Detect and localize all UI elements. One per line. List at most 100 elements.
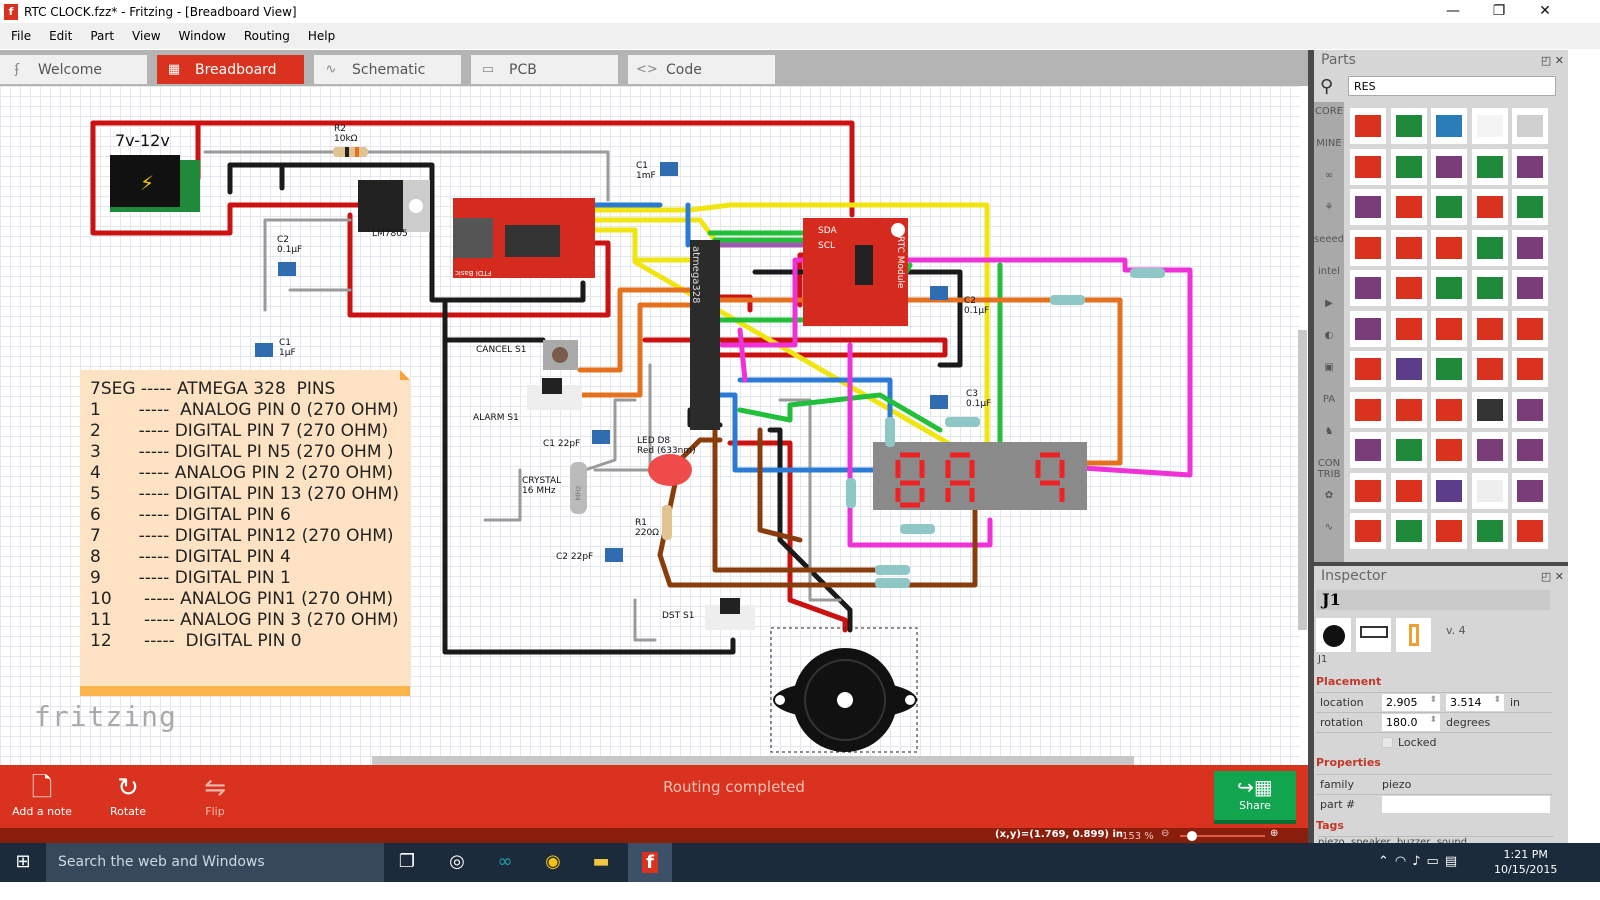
family-value[interactable]: piezo bbox=[1382, 778, 1411, 791]
part-thumbnail[interactable] bbox=[1471, 108, 1508, 144]
menu-view[interactable]: View bbox=[123, 29, 169, 43]
close-button[interactable]: ✕ bbox=[1522, 0, 1568, 23]
part-thumbnail[interactable] bbox=[1350, 229, 1386, 266]
parts-bin-tab[interactable]: ✿ bbox=[1314, 490, 1344, 501]
parts-bin-tab[interactable]: ▶ bbox=[1314, 298, 1344, 309]
taskbar-clock[interactable]: 1:21 PM 10/15/2015 bbox=[1494, 847, 1557, 877]
part-thumbnail[interactable] bbox=[1471, 472, 1508, 509]
part-thumbnail[interactable] bbox=[1390, 310, 1427, 347]
fritzing-taskbar-icon[interactable]: f bbox=[628, 843, 672, 882]
part-thumbnail[interactable] bbox=[1350, 351, 1386, 387]
part-thumbnail[interactable] bbox=[1350, 270, 1386, 306]
parts-bin-tab[interactable]: seeed bbox=[1314, 234, 1344, 245]
part-thumbnail[interactable] bbox=[1512, 270, 1548, 306]
part-thumbnail[interactable] bbox=[1350, 310, 1386, 347]
spinner-icon[interactable]: ⬍ bbox=[1429, 695, 1437, 705]
parts-bin-tab[interactable]: MINE bbox=[1314, 138, 1344, 149]
part-thumbnail[interactable] bbox=[1390, 472, 1427, 509]
parts-search-input[interactable]: RES bbox=[1348, 76, 1556, 96]
location-y-input[interactable]: 3.514 ⬍ bbox=[1446, 694, 1504, 711]
part-thumbnail[interactable] bbox=[1431, 513, 1467, 549]
parts-bin-tab[interactable]: ♞ bbox=[1314, 426, 1344, 437]
parts-bin-tab[interactable]: CORE bbox=[1314, 106, 1344, 117]
note-pin-map[interactable]: 7SEG ----- ATMEGA 328 PINS 1 ----- ANALO… bbox=[80, 370, 410, 696]
menu-window[interactable]: Window bbox=[170, 29, 235, 43]
part-thumbnail[interactable] bbox=[1512, 351, 1548, 387]
location-x-input[interactable]: 2.905 ⬍ bbox=[1382, 694, 1440, 711]
part-thumbnail[interactable] bbox=[1431, 351, 1467, 387]
zoom-out-icon[interactable]: ⊖ bbox=[1161, 828, 1169, 839]
part-thumbnail[interactable] bbox=[1390, 108, 1427, 144]
locked-checkbox[interactable] bbox=[1382, 737, 1393, 748]
tab-pcb[interactable]: ▭ PCB bbox=[471, 55, 618, 84]
part-thumbnail[interactable] bbox=[1471, 513, 1508, 549]
spinner-icon[interactable]: ⬍ bbox=[1429, 715, 1437, 725]
part-thumbnail[interactable] bbox=[1390, 513, 1427, 549]
part-thumbnail[interactable] bbox=[1512, 229, 1548, 266]
horizontal-scrollbar[interactable] bbox=[372, 756, 1134, 765]
part-thumbnail[interactable] bbox=[1431, 310, 1467, 347]
system-tray-icons[interactable]: ⌃◠♪▭▤ bbox=[1378, 854, 1463, 869]
zoom-slider-handle[interactable] bbox=[1186, 831, 1197, 841]
parts-bin-tab[interactable]: ∞ bbox=[1314, 170, 1344, 181]
menu-edit[interactable]: Edit bbox=[40, 29, 81, 43]
part-thumbnail[interactable] bbox=[1350, 189, 1386, 225]
file-explorer-icon[interactable]: ▬ bbox=[586, 851, 616, 875]
part-thumbnail[interactable] bbox=[1512, 108, 1548, 144]
part-thumbnail[interactable] bbox=[1471, 229, 1508, 266]
part-thumbnail[interactable] bbox=[1390, 432, 1427, 468]
part-thumbnail[interactable] bbox=[1512, 513, 1548, 549]
part-thumbnail[interactable] bbox=[1350, 108, 1386, 144]
menu-help[interactable]: Help bbox=[299, 29, 344, 43]
tab-schematic[interactable]: ∿ Schematic bbox=[314, 55, 461, 84]
menu-routing[interactable]: Routing bbox=[235, 29, 299, 43]
parts-bin-tab[interactable]: ⚘ bbox=[1314, 202, 1344, 213]
part-thumbnail[interactable] bbox=[1390, 189, 1427, 225]
flip-button[interactable]: ⇋ Flip bbox=[195, 771, 235, 818]
taskbar-search-input[interactable]: Search the web and Windows bbox=[46, 843, 384, 882]
part-thumbnail[interactable] bbox=[1350, 391, 1386, 428]
search-icon[interactable]: ⚲ bbox=[1320, 76, 1333, 97]
restore-button[interactable]: ❐ bbox=[1476, 0, 1522, 23]
part-thumbnail[interactable] bbox=[1350, 472, 1386, 509]
part-thumbnail[interactable] bbox=[1390, 148, 1427, 185]
parts-bin-tab[interactable]: ∿ bbox=[1314, 522, 1344, 533]
part-thumbnail[interactable] bbox=[1512, 310, 1548, 347]
minimize-button[interactable]: — bbox=[1430, 0, 1476, 23]
arduino-icon[interactable]: ∞ bbox=[490, 851, 520, 875]
part-thumbnail[interactable] bbox=[1512, 432, 1548, 468]
part-thumbnail[interactable] bbox=[1431, 229, 1467, 266]
part-thumbnail[interactable] bbox=[1350, 432, 1386, 468]
part-thumbnail[interactable] bbox=[1471, 432, 1508, 468]
part-thumbnail[interactable] bbox=[1471, 310, 1508, 347]
rotate-button[interactable]: ↻ Rotate bbox=[100, 771, 156, 818]
part-thumbnail[interactable] bbox=[1390, 270, 1427, 306]
part-thumbnail[interactable] bbox=[1471, 270, 1508, 306]
vertical-scrollbar[interactable] bbox=[1298, 330, 1307, 630]
part-thumbnail[interactable] bbox=[1471, 189, 1508, 225]
part-thumbnail[interactable] bbox=[1390, 229, 1427, 266]
share-button[interactable]: ↪▦ Share bbox=[1214, 771, 1296, 824]
menu-file[interactable]: File bbox=[2, 29, 40, 43]
part-thumbnail[interactable] bbox=[1471, 351, 1508, 387]
part-thumbnail[interactable] bbox=[1431, 472, 1467, 509]
part-thumbnail[interactable] bbox=[1431, 189, 1467, 225]
part-thumbnail[interactable] bbox=[1471, 391, 1508, 428]
note-resize-bar[interactable] bbox=[80, 686, 410, 696]
part-thumbnail[interactable] bbox=[1512, 472, 1548, 509]
part-thumbnail[interactable] bbox=[1431, 148, 1467, 185]
chrome-icon[interactable]: ◉ bbox=[538, 851, 568, 875]
part-thumbnail[interactable] bbox=[1512, 148, 1548, 185]
part-thumbnail[interactable] bbox=[1390, 351, 1427, 387]
parts-dock-controls[interactable]: ◰ ✕ bbox=[1541, 54, 1564, 67]
parts-bin-tab[interactable]: ▣ bbox=[1314, 362, 1344, 373]
tab-breadboard[interactable]: ▦ Breadboard bbox=[157, 55, 304, 84]
menu-part[interactable]: Part bbox=[81, 29, 123, 43]
app-icon-circle[interactable]: ◎ bbox=[442, 851, 472, 875]
spinner-icon[interactable]: ⬍ bbox=[1493, 695, 1501, 705]
part-thumbnail[interactable] bbox=[1431, 391, 1467, 428]
part-thumbnail[interactable] bbox=[1512, 391, 1548, 428]
tab-welcome[interactable]: ʄ Welcome bbox=[0, 55, 147, 84]
part-thumbnail[interactable] bbox=[1431, 432, 1467, 468]
parts-bin-tab[interactable]: ◐ bbox=[1314, 330, 1344, 341]
